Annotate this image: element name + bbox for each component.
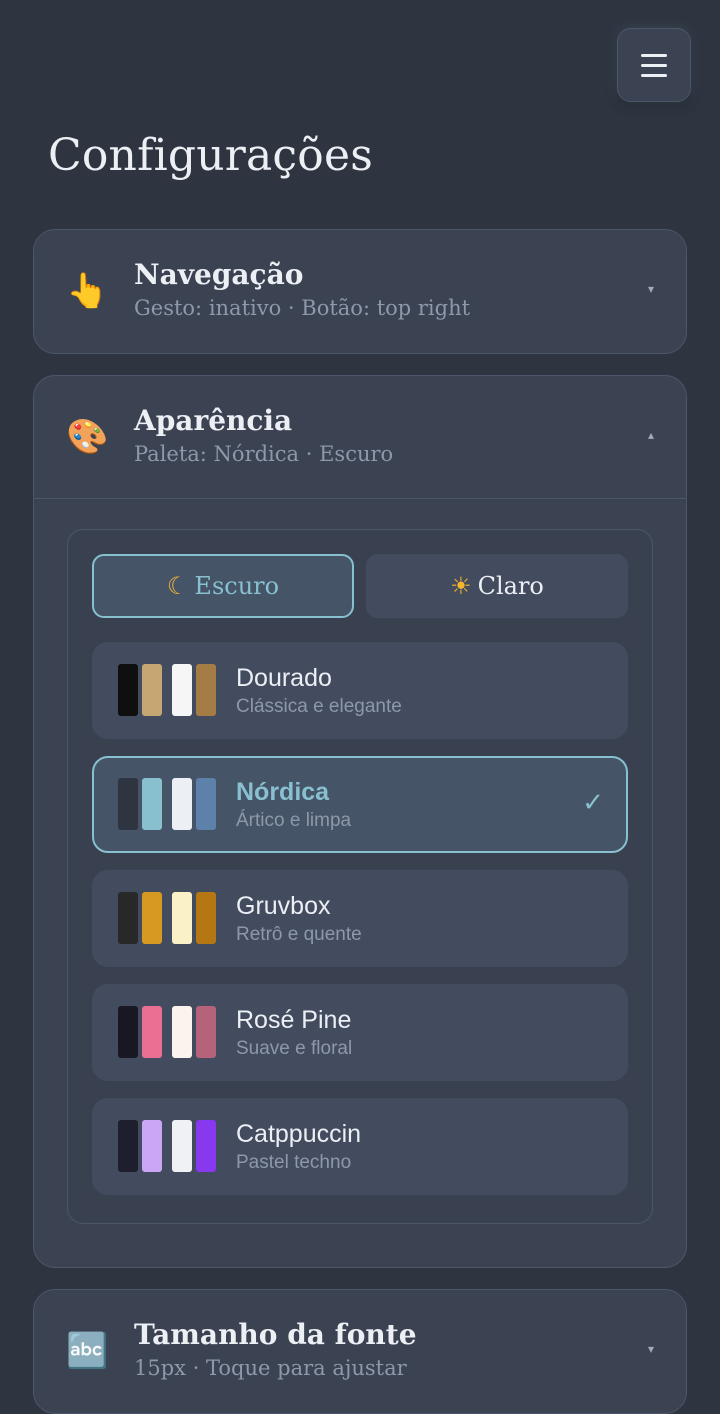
appearance-section-title: Aparência	[134, 404, 293, 437]
color-swatch	[118, 1120, 138, 1172]
light-mode-button[interactable]: ☀ Claro	[366, 554, 628, 618]
chevron-down-icon: ▾	[647, 282, 654, 296]
appearance-section: 🎨 Aparência Paleta: Nórdica · Escuro ▴ ☾…	[33, 375, 687, 1268]
palette-swatches	[118, 664, 216, 716]
color-swatch	[118, 664, 138, 716]
font-size-section[interactable]: 🔤 Tamanho da fonte 15px · Toque para aju…	[33, 1289, 687, 1414]
palette-description: Suave e floral	[236, 1038, 353, 1059]
color-swatch	[172, 892, 192, 944]
light-mode-label: Claro	[477, 572, 544, 600]
dark-mode-label: Escuro	[194, 572, 280, 600]
color-swatch	[172, 1006, 192, 1058]
color-swatch	[196, 1120, 216, 1172]
abc-icon: 🔤	[66, 1331, 109, 1371]
appearance-section-subtitle: Paleta: Nórdica · Escuro	[134, 442, 394, 466]
chevron-down-icon: ▾	[647, 1342, 654, 1356]
palette-name: Nórdica	[236, 778, 330, 806]
palette-swatches	[118, 1120, 216, 1172]
palette-list: Dourado Clássica e elegante Nórdica Árti…	[92, 642, 628, 1195]
palette-description: Retrô e quente	[236, 924, 362, 945]
pointing-hand-icon: 👆	[66, 271, 109, 311]
palette-name: Catppuccin	[236, 1120, 362, 1148]
appearance-section-body: ☾ Escuro ☀ Claro Dourado Clássica e eleg…	[34, 498, 686, 1265]
color-swatch	[142, 778, 162, 830]
theme-mode-toggle: ☾ Escuro ☀ Claro	[92, 554, 628, 618]
color-swatch	[118, 1006, 138, 1058]
dark-mode-button[interactable]: ☾ Escuro	[92, 554, 354, 618]
check-icon: ✓	[582, 788, 604, 818]
color-swatch	[142, 664, 162, 716]
color-swatch	[196, 1006, 216, 1058]
color-swatch	[196, 892, 216, 944]
navigation-section-title: Navegação	[134, 258, 304, 291]
hamburger-menu-icon	[641, 53, 667, 57]
palette-description: Clássica e elegante	[236, 696, 402, 717]
appearance-section-header[interactable]: 🎨 Aparência Paleta: Nórdica · Escuro ▴	[34, 376, 686, 498]
theme-settings-panel: ☾ Escuro ☀ Claro Dourado Clássica e eleg…	[67, 529, 653, 1224]
font-size-section-title: Tamanho da fonte	[134, 1318, 417, 1351]
color-swatch	[118, 892, 138, 944]
navigation-section-header[interactable]: 👆 Navegação Gesto: inativo · Botão: top …	[34, 230, 686, 352]
palette-swatches	[118, 778, 216, 830]
color-swatch	[142, 1006, 162, 1058]
color-swatch	[172, 664, 192, 716]
font-size-section-subtitle: 15px · Toque para ajustar	[134, 1356, 407, 1380]
palette-swatches	[118, 892, 216, 944]
menu-button[interactable]	[617, 28, 691, 102]
palette-option-nordica[interactable]: Nórdica Ártico e limpa ✓	[92, 756, 628, 853]
navigation-section[interactable]: 👆 Navegação Gesto: inativo · Botão: top …	[33, 229, 687, 354]
font-size-section-header[interactable]: 🔤 Tamanho da fonte 15px · Toque para aju…	[34, 1290, 686, 1412]
chevron-up-icon: ▴	[647, 428, 654, 442]
palette-name: Gruvbox	[236, 892, 331, 920]
hamburger-menu-icon-bar	[641, 63, 667, 67]
palette-option-rose-pine[interactable]: Rosé Pine Suave e floral	[92, 984, 628, 1081]
color-swatch	[196, 778, 216, 830]
navigation-section-subtitle: Gesto: inativo · Botão: top right	[134, 296, 471, 320]
palette-name: Rosé Pine	[236, 1006, 352, 1034]
color-swatch	[142, 892, 162, 944]
page-title: Configurações	[48, 130, 373, 181]
color-swatch	[172, 1120, 192, 1172]
moon-icon: ☾	[166, 572, 189, 600]
color-swatch	[196, 664, 216, 716]
palette-description: Pastel techno	[236, 1152, 352, 1173]
palette-option-gruvbox[interactable]: Gruvbox Retrô e quente	[92, 870, 628, 967]
color-swatch	[142, 1120, 162, 1172]
color-swatch	[172, 778, 192, 830]
color-swatch	[118, 778, 138, 830]
palette-name: Dourado	[236, 664, 332, 692]
sun-icon: ☀	[450, 572, 472, 600]
palette-description: Ártico e limpa	[236, 810, 352, 831]
palette-option-catppuccin[interactable]: Catppuccin Pastel techno	[92, 1098, 628, 1195]
hamburger-menu-icon-bar	[641, 73, 667, 77]
palette-icon: 🎨	[66, 417, 109, 457]
palette-swatches	[118, 1006, 216, 1058]
palette-option-dourado[interactable]: Dourado Clássica e elegante	[92, 642, 628, 739]
